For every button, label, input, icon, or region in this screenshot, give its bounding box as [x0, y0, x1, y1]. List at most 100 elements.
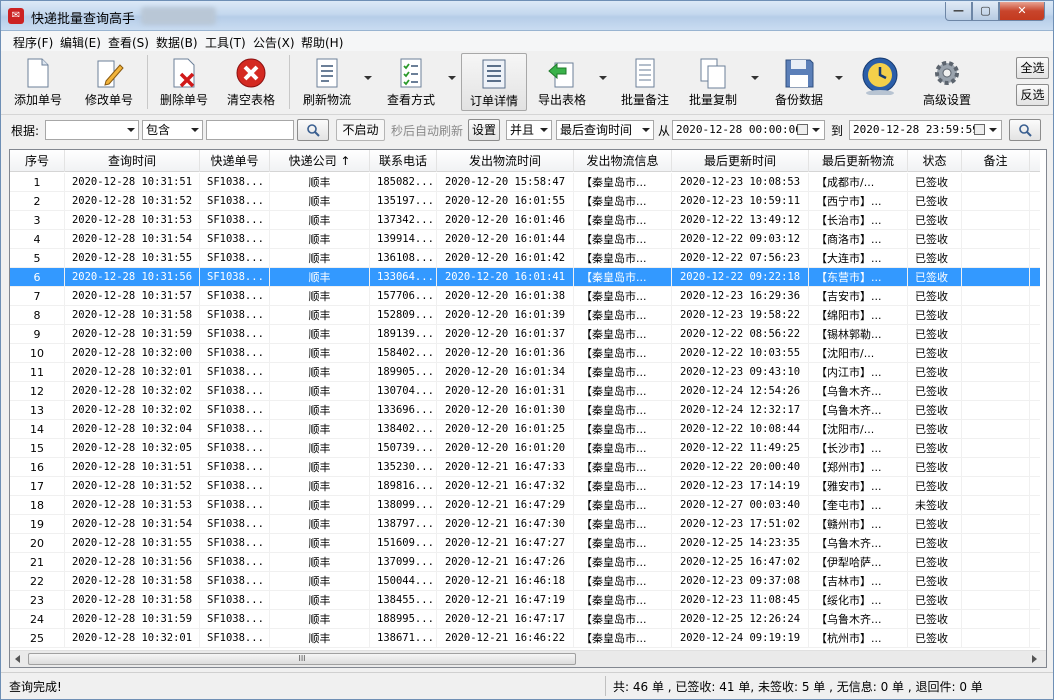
table-row[interactable]: 1 2020-12-28 10:31:51 SF1038... 顺丰 185082...…	[10, 173, 1046, 192]
col-update-time-header[interactable]: 最后更新时间	[672, 150, 809, 172]
export-dropdown-arrow[interactable]	[599, 76, 607, 80]
col-send-info-cell: 【秦皇岛市...	[574, 610, 672, 629]
col-tracking-no-header[interactable]: 快递单号	[200, 150, 270, 172]
col-update-time-cell: 2020-12-23 17:51:02	[672, 515, 809, 534]
table-row[interactable]: 22 2020-12-28 10:31:58 SF1038... 顺丰 150044..…	[10, 572, 1046, 591]
table-row[interactable]: 24 2020-12-28 10:31:59 SF1038... 顺丰 188995..…	[10, 610, 1046, 629]
clock-button[interactable]	[851, 53, 909, 111]
menu-edit[interactable]: 编辑(E)	[60, 34, 101, 51]
minimize-button[interactable]: —	[945, 2, 972, 21]
col-index-cell: 19	[10, 515, 65, 534]
view-mode-dropdown-arrow[interactable]	[448, 76, 456, 80]
table-row[interactable]: 9 2020-12-28 10:31:59 SF1038... 顺丰 189139...…	[10, 325, 1046, 344]
col-courier-header[interactable]: 快递公司 ↑	[270, 150, 370, 172]
refresh-list-icon	[316, 58, 338, 88]
auto-refresh-toggle[interactable]: 不启动	[336, 119, 385, 141]
table-row[interactable]: 6 2020-12-28 10:31:56 SF1038... 顺丰 133064...…	[10, 268, 1046, 287]
export-table-button[interactable]: 导出表格	[533, 53, 591, 111]
close-button[interactable]: ✕	[999, 2, 1045, 21]
col-send-info-cell: 【秦皇岛市...	[574, 344, 672, 363]
menu-data[interactable]: 数据(B)	[156, 34, 198, 51]
table-row[interactable]: 10 2020-12-28 10:32:00 SF1038... 顺丰 158402..…	[10, 344, 1046, 363]
table-row[interactable]: 25 2020-12-28 10:32:01 SF1038... 顺丰 138671..…	[10, 629, 1046, 648]
table-row[interactable]: 13 2020-12-28 10:32:02 SF1038... 顺丰 133696..…	[10, 401, 1046, 420]
to-datetime-picker[interactable]: 2020-12-28 23:59:59	[849, 120, 1002, 140]
col-phone-cell: 189139...	[370, 325, 437, 344]
copy-dropdown-arrow[interactable]	[751, 76, 759, 80]
settings-button[interactable]: 设置	[468, 119, 500, 141]
col-status-header[interactable]: 状态	[908, 150, 962, 172]
from-datetime-picker[interactable]: 2020-12-28 00:00:00	[672, 120, 825, 140]
select-all-button[interactable]: 全选	[1016, 57, 1049, 79]
col-query-time-header[interactable]: 查询时间	[65, 150, 200, 172]
table-row[interactable]: 19 2020-12-28 10:31:54 SF1038... 顺丰 138797..…	[10, 515, 1046, 534]
table-row[interactable]: 2 2020-12-28 10:31:52 SF1038... 顺丰 135197...…	[10, 192, 1046, 211]
table-row[interactable]: 17 2020-12-28 10:31:52 SF1038... 顺丰 189816..…	[10, 477, 1046, 496]
table-row[interactable]: 8 2020-12-28 10:31:58 SF1038... 顺丰 152809...…	[10, 306, 1046, 325]
clear-table-button[interactable]: 清空表格	[221, 53, 281, 111]
menu-view[interactable]: 查看(S)	[108, 34, 149, 51]
backup-data-button[interactable]: 备份数据	[767, 53, 831, 111]
logic-select[interactable]: 并且	[506, 120, 552, 140]
scroll-left-arrow-icon[interactable]	[15, 655, 20, 663]
order-details-button[interactable]: 订单详情	[461, 53, 527, 111]
vertical-scrollbar-edge[interactable]	[1040, 150, 1046, 650]
scrollbar-thumb[interactable]: III	[28, 653, 576, 665]
backup-dropdown-arrow[interactable]	[835, 76, 843, 80]
refresh-dropdown-arrow[interactable]	[364, 76, 372, 80]
col-status-cell: 已签收	[908, 363, 962, 382]
field-select[interactable]	[45, 120, 139, 140]
table-row[interactable]: 15 2020-12-28 10:32:05 SF1038... 顺丰 150739..…	[10, 439, 1046, 458]
table-row[interactable]: 7 2020-12-28 10:31:57 SF1038... 顺丰 157706...…	[10, 287, 1046, 306]
batch-copy-button[interactable]: 批量复制	[683, 53, 743, 111]
col-index-header[interactable]: 序号	[10, 150, 65, 172]
col-send-info-header[interactable]: 发出物流信息	[574, 150, 672, 172]
table-row[interactable]: 3 2020-12-28 10:31:53 SF1038... 顺丰 137342...…	[10, 211, 1046, 230]
keyword-input[interactable]	[206, 120, 294, 140]
advanced-settings-button[interactable]: 高级设置	[915, 53, 979, 111]
col-send-info-cell: 【秦皇岛市...	[574, 268, 672, 287]
col-remark-header[interactable]: 备注	[962, 150, 1030, 172]
menu-help[interactable]: 帮助(H)	[301, 34, 343, 51]
table-row[interactable]: 23 2020-12-28 10:31:58 SF1038... 顺丰 138455..…	[10, 591, 1046, 610]
col-query-time-cell: 2020-12-28 10:31:52	[65, 192, 200, 211]
match-select[interactable]: 包含	[142, 120, 203, 140]
add-number-button[interactable]: 添加单号	[7, 53, 69, 111]
col-send-time-header[interactable]: 发出物流时间	[437, 150, 574, 172]
scroll-right-arrow-icon[interactable]	[1032, 655, 1037, 663]
refresh-logistics-button[interactable]: 刷新物流	[295, 53, 359, 111]
col-update-info-header[interactable]: 最后更新物流	[809, 150, 908, 172]
col-tracking-no-cell: SF1038...	[200, 344, 270, 363]
menu-tools[interactable]: 工具(T)	[205, 34, 246, 51]
table-row[interactable]: 5 2020-12-28 10:31:55 SF1038... 顺丰 136108...…	[10, 249, 1046, 268]
time-field-select[interactable]: 最后查询时间	[556, 120, 654, 140]
table-row[interactable]: 4 2020-12-28 10:31:54 SF1038... 顺丰 139914...…	[10, 230, 1046, 249]
menu-notice[interactable]: 公告(X)	[253, 34, 295, 51]
table-row[interactable]: 20 2020-12-28 10:31:55 SF1038... 顺丰 151609..…	[10, 534, 1046, 553]
tracking-table[interactable]: 序号 查询时间 快递单号 快递公司 ↑ 联系电话 发出物流时间 发出物流信息 最后更新时间 最后…	[9, 149, 1047, 668]
table-row[interactable]: 11 2020-12-28 10:32:01 SF1038... 顺丰 189905..…	[10, 363, 1046, 382]
table-row[interactable]: 14 2020-12-28 10:32:04 SF1038... 顺丰 138402..…	[10, 420, 1046, 439]
col-update-time-cell: 2020-12-23 10:08:53	[672, 173, 809, 192]
col-remark-cell	[962, 287, 1030, 306]
search-button-left[interactable]	[297, 119, 329, 141]
maximize-button[interactable]: ▢	[972, 2, 999, 21]
view-mode-button[interactable]: 查看方式	[379, 53, 443, 111]
col-update-info-cell: 【东营市】...	[809, 268, 908, 287]
table-row[interactable]: 21 2020-12-28 10:31:56 SF1038... 顺丰 137099..…	[10, 553, 1046, 572]
invert-selection-button[interactable]: 反选	[1016, 84, 1049, 106]
delete-number-button[interactable]: 删除单号	[153, 53, 215, 111]
table-row[interactable]: 12 2020-12-28 10:32:02 SF1038... 顺丰 130704..…	[10, 382, 1046, 401]
table-row[interactable]: 18 2020-12-28 10:31:53 SF1038... 顺丰 138099..…	[10, 496, 1046, 515]
chevron-down-icon	[812, 128, 820, 132]
col-update-info-cell: 【成都市/...	[809, 173, 908, 192]
edit-number-button[interactable]: 修改单号	[79, 53, 139, 111]
horizontal-scrollbar[interactable]: III	[10, 650, 1046, 667]
checklist-icon	[400, 58, 422, 88]
batch-remark-button[interactable]: 批量备注	[615, 53, 675, 111]
menu-program[interactable]: 程序(F)	[13, 34, 53, 51]
col-send-time-cell: 2020-12-20 16:01:41	[437, 268, 574, 287]
table-row[interactable]: 16 2020-12-28 10:31:51 SF1038... 顺丰 135230..…	[10, 458, 1046, 477]
search-button-right[interactable]	[1009, 119, 1041, 141]
col-phone-header[interactable]: 联系电话	[370, 150, 437, 172]
